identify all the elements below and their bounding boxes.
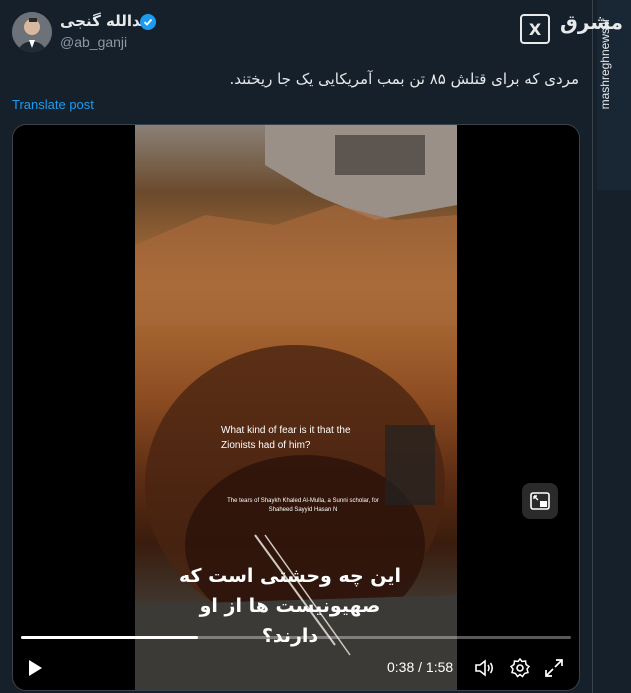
volume-icon[interactable] (473, 657, 495, 679)
video-frame: What kind of fear is it that the Zionist… (135, 125, 457, 690)
picture-in-picture-icon (530, 492, 550, 510)
video-player[interactable]: What kind of fear is it that the Zionist… (12, 124, 580, 691)
verified-badge-icon (140, 14, 156, 30)
play-icon[interactable] (25, 658, 45, 678)
progress-fill (21, 636, 199, 639)
current-time: 0:38 (387, 659, 415, 675)
x-logo-icon: X (520, 14, 550, 44)
author-handle[interactable]: @ab_ganji (60, 34, 127, 50)
duration: 1:58 (425, 659, 454, 675)
time-display: 0:38 / 1:58 (387, 659, 453, 675)
tweet-text: مردی که برای قتلش ۸۵ تن بمب آمریکایی یک … (229, 70, 579, 88)
gear-icon[interactable] (509, 657, 531, 679)
watermark-site: mashreghnews.ir (598, 18, 612, 110)
progress-bar[interactable] (21, 636, 571, 639)
caption-english: What kind of fear is it that the Zionist… (221, 425, 351, 451)
time-separator: / (418, 659, 423, 675)
translate-link[interactable]: Translate post (12, 97, 94, 112)
avatar[interactable] (12, 12, 52, 52)
caption-small: The tears of Shaykh Khaled Al-Mulla, a S… (227, 498, 379, 513)
fullscreen-icon[interactable] (543, 657, 565, 679)
picture-in-picture-button[interactable] (522, 483, 558, 519)
watermark-logo: مشرق (560, 10, 624, 34)
avatar-image (12, 12, 52, 52)
